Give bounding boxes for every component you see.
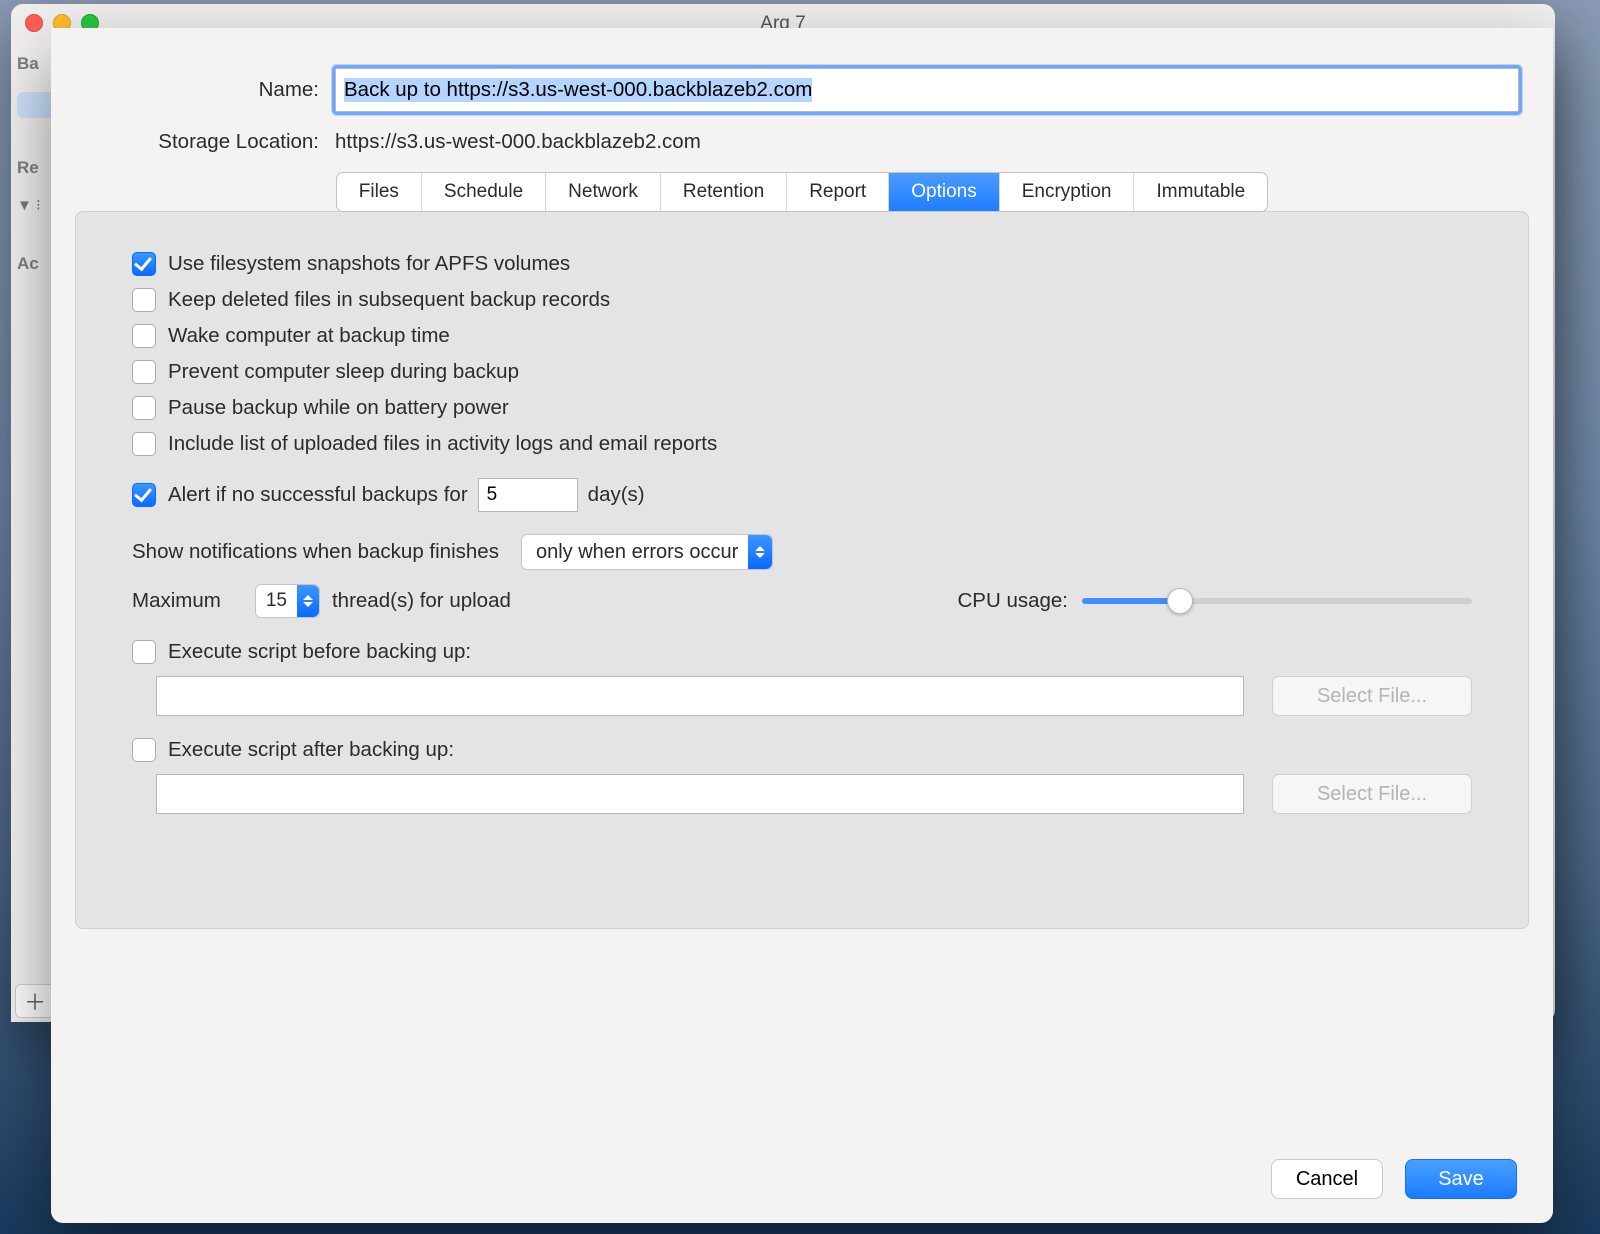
save-button[interactable]: Save (1405, 1159, 1517, 1199)
opt-use-snapshots: Use filesystem snapshots for APFS volume… (132, 252, 1472, 276)
opt-include-list: Include list of uploaded files in activi… (132, 432, 1472, 456)
notifications-select[interactable]: only when errors occur (521, 534, 773, 570)
exec-before-path-input[interactable] (156, 676, 1244, 716)
exec-before-row: Select File... (132, 676, 1472, 716)
checkbox[interactable] (132, 324, 156, 348)
checkbox[interactable] (132, 432, 156, 456)
tab-schedule[interactable]: Schedule (422, 173, 546, 211)
checkbox-label: Execute script before backing up: (168, 640, 471, 664)
checkbox-label: Prevent computer sleep during backup (168, 360, 519, 384)
checkbox[interactable] (132, 640, 156, 664)
threads-and-cpu-row: Maximum 15 thread(s) for upload CPU usag… (132, 584, 1472, 618)
opt-keep-deleted: Keep deleted files in subsequent backup … (132, 288, 1472, 312)
tab-files[interactable]: Files (337, 173, 422, 211)
opt-alert-no-backup: Alert if no successful backups for day(s… (132, 478, 1472, 512)
opt-exec-after: Execute script after backing up: (132, 738, 1472, 762)
name-label: Name: (85, 78, 335, 102)
tab-report[interactable]: Report (787, 173, 889, 211)
cpu-usage-slider[interactable] (1082, 598, 1472, 604)
tab-bar: FilesScheduleNetworkRetentionReportOptio… (51, 172, 1553, 212)
max-threads-select[interactable]: 15 (255, 584, 320, 618)
checkbox-label: Execute script after backing up: (168, 738, 454, 762)
select-file-before-button[interactable]: Select File... (1272, 676, 1472, 716)
options-panel: Use filesystem snapshots for APFS volume… (75, 211, 1529, 929)
opt-notifications: Show notifications when backup finishes … (132, 534, 1472, 570)
exec-after-row: Select File... (132, 774, 1472, 814)
name-input[interactable] (335, 68, 1519, 112)
checkbox-label: Alert if no successful backups for (168, 483, 468, 507)
chevron-updown-icon (297, 585, 319, 617)
checkbox[interactable] (132, 360, 156, 384)
alert-days-input[interactable] (478, 478, 578, 512)
tab-immutable[interactable]: Immutable (1134, 173, 1267, 211)
tab-options[interactable]: Options (889, 173, 999, 211)
tab-network[interactable]: Network (546, 173, 661, 211)
location-label: Storage Location: (85, 130, 335, 154)
checkbox-label: Keep deleted files in subsequent backup … (168, 288, 610, 312)
checkbox[interactable] (132, 738, 156, 762)
name-row: Name: (85, 28, 1519, 112)
checkbox-label: Use filesystem snapshots for APFS volume… (168, 252, 570, 276)
chevron-updown-icon (748, 535, 772, 569)
cpu-usage-label: CPU usage: (957, 589, 1068, 613)
checkbox-label: Include list of uploaded files in activi… (168, 432, 717, 456)
tab-encryption[interactable]: Encryption (1000, 173, 1135, 211)
opt-exec-before: Execute script before backing up: (132, 640, 1472, 664)
checkbox[interactable] (132, 396, 156, 420)
opt-pause-battery: Pause backup while on battery power (132, 396, 1472, 420)
checkbox[interactable] (132, 483, 156, 507)
max-threads-suffix: thread(s) for upload (332, 589, 511, 613)
label-suffix: day(s) (588, 483, 645, 507)
tab-retention[interactable]: Retention (661, 173, 787, 211)
select-value: only when errors occur (536, 541, 748, 564)
location-value: https://s3.us-west-000.backblazeb2.com (335, 130, 1519, 154)
close-icon[interactable] (25, 14, 43, 32)
cancel-button[interactable]: Cancel (1271, 1159, 1383, 1199)
add-button[interactable]: ＋ (15, 984, 55, 1018)
slider-knob[interactable] (1167, 588, 1193, 614)
select-file-after-button[interactable]: Select File... (1272, 774, 1472, 814)
opt-wake-computer: Wake computer at backup time (132, 324, 1472, 348)
max-threads-label: Maximum (132, 589, 221, 613)
footer-buttons: Cancel Save (1271, 1159, 1517, 1199)
select-value: 15 (266, 590, 297, 612)
checkbox-label: Wake computer at backup time (168, 324, 450, 348)
exec-after-path-input[interactable] (156, 774, 1244, 814)
checkbox[interactable] (132, 252, 156, 276)
checkbox[interactable] (132, 288, 156, 312)
notifications-label: Show notifications when backup finishes (132, 540, 499, 564)
settings-sheet: Name: Storage Location: https://s3.us-we… (51, 28, 1553, 1223)
opt-prevent-sleep: Prevent computer sleep during backup (132, 360, 1472, 384)
location-row: Storage Location: https://s3.us-west-000… (85, 130, 1519, 154)
checkbox-label: Pause backup while on battery power (168, 396, 509, 420)
